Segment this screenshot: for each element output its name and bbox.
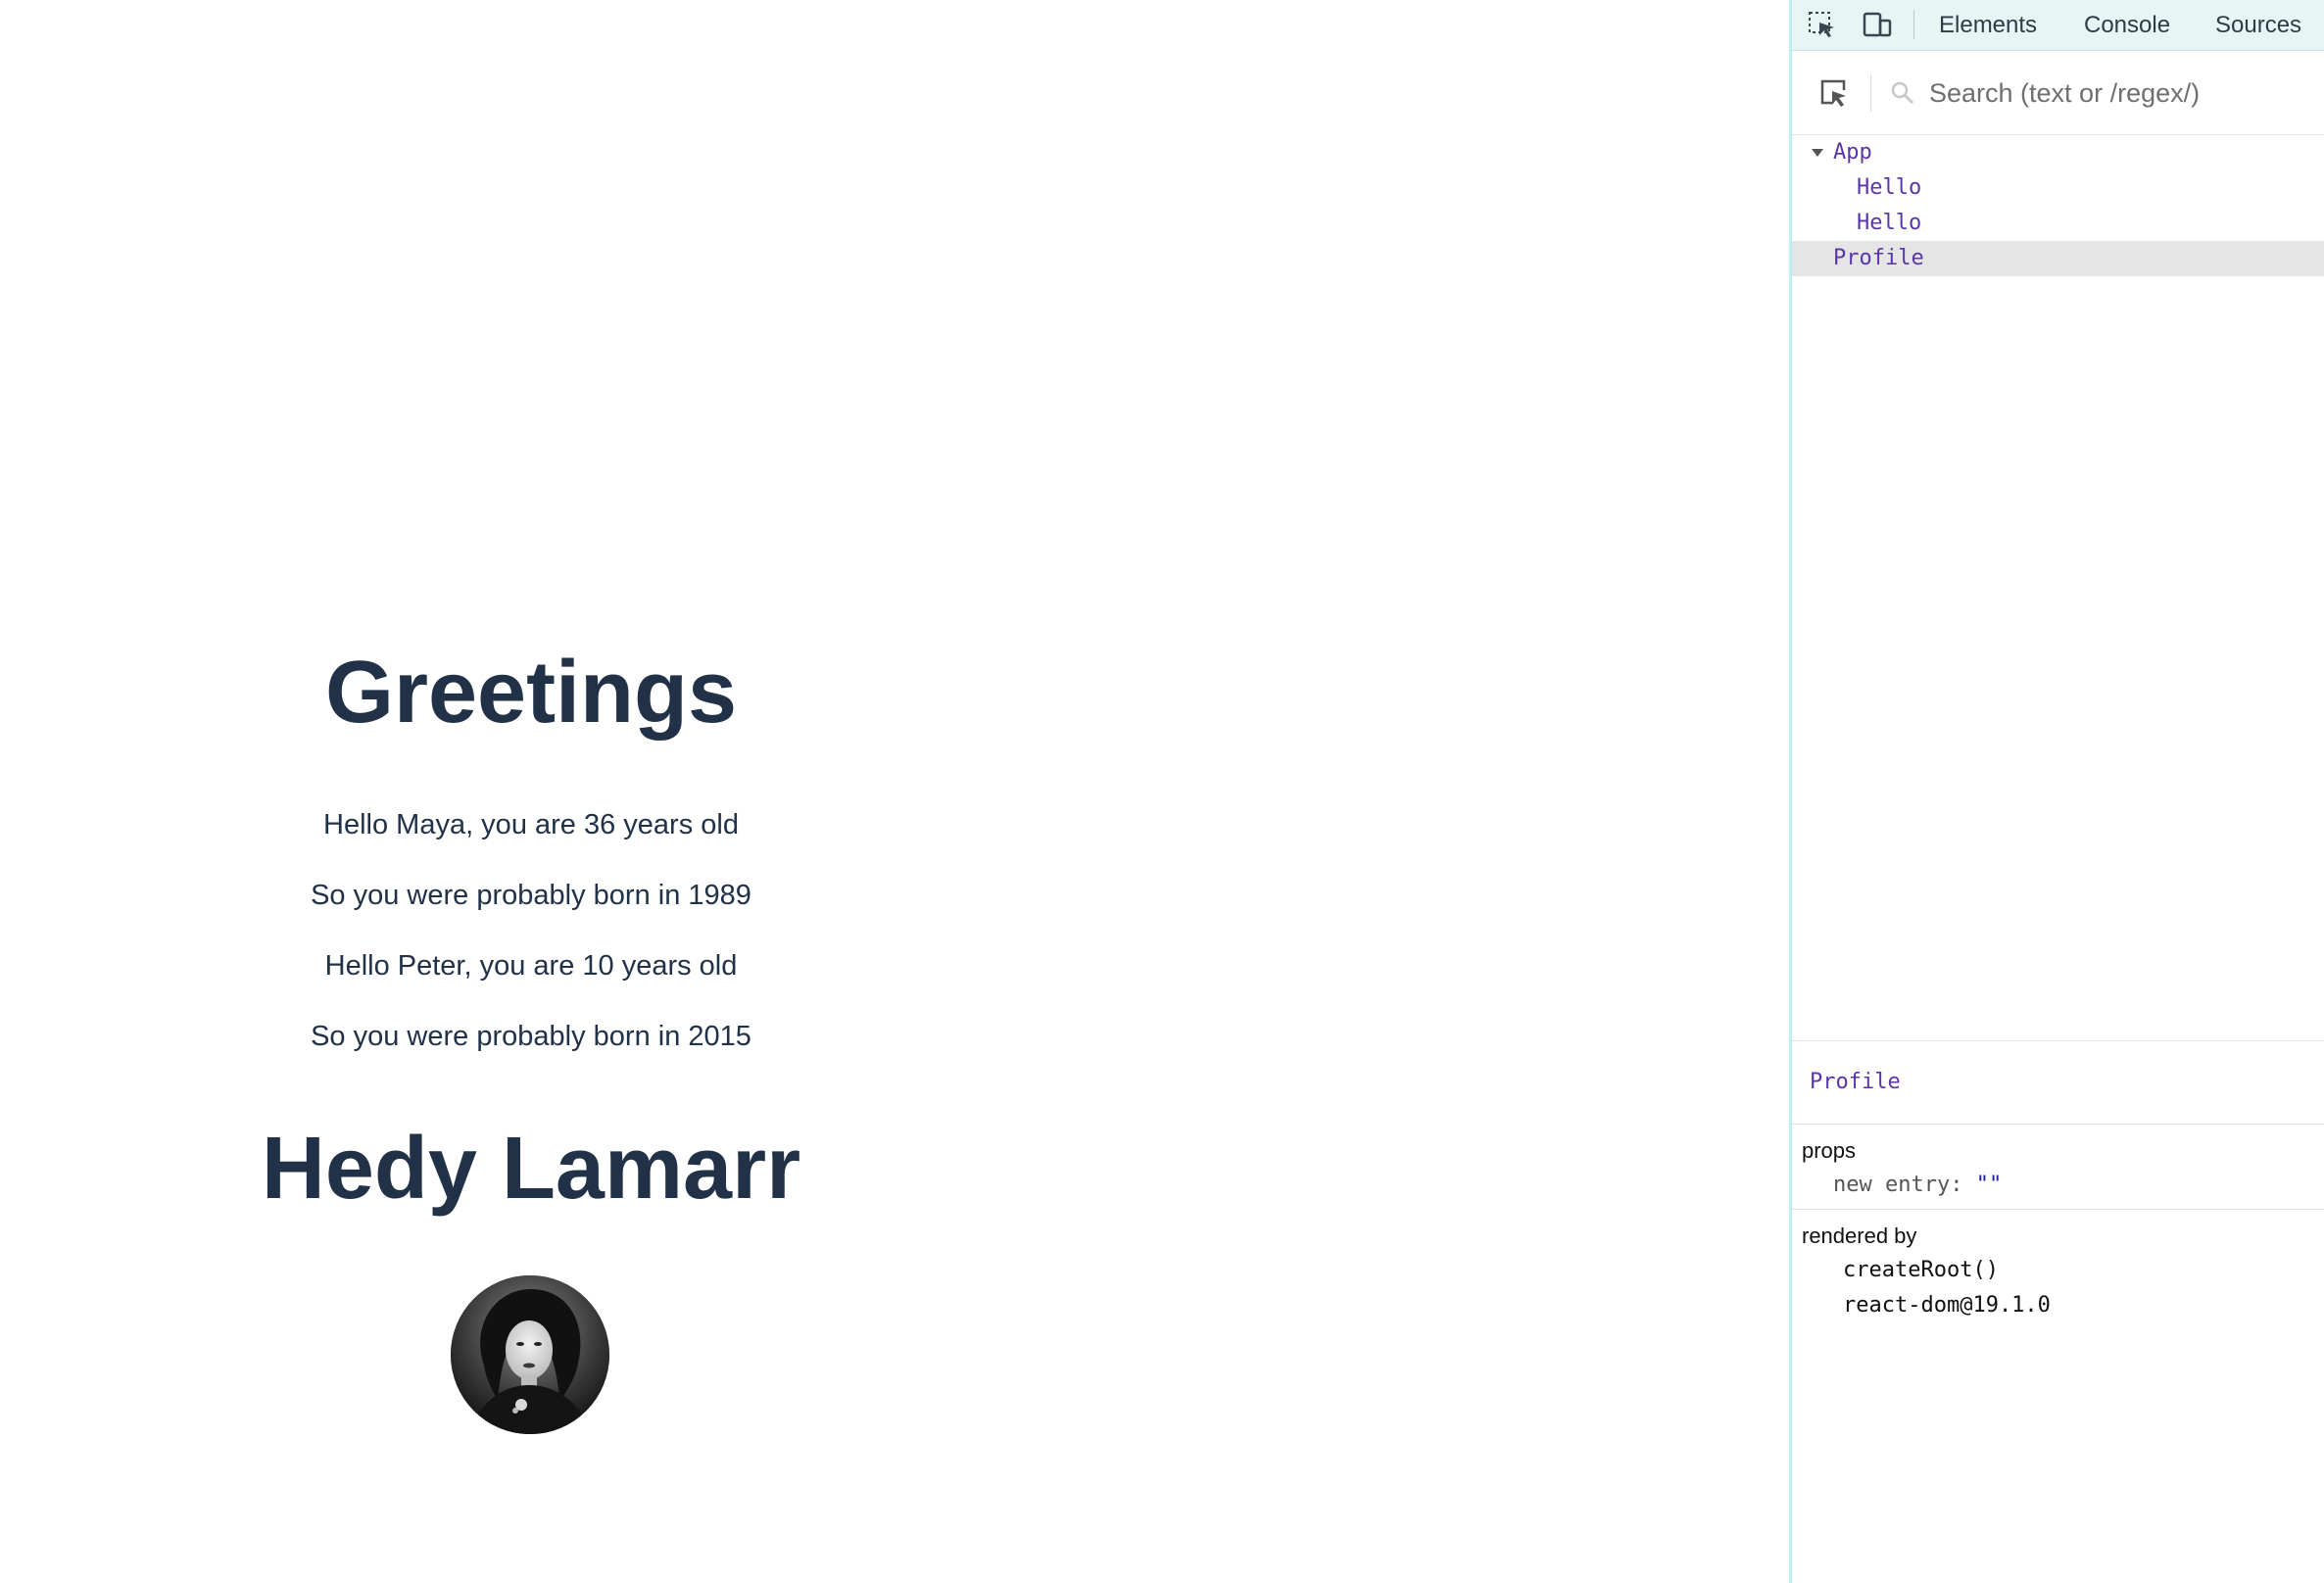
- prop-value[interactable]: "": [1976, 1173, 2003, 1197]
- inspected-component-name: Profile: [1792, 1041, 2324, 1125]
- greeting-line: So you were probably born in 1989: [311, 880, 751, 911]
- app-page: Greetings Hello Maya, you are 36 years o…: [0, 0, 1789, 1583]
- greeting-line: Hello Maya, you are 36 years old: [323, 809, 739, 840]
- tab-console[interactable]: Console: [2084, 0, 2170, 51]
- rendered-by-item: createRoot(): [1843, 1258, 1999, 1282]
- tree-label: Hello: [1857, 175, 1922, 200]
- component-search-row: [1792, 51, 2324, 135]
- prop-row[interactable]: new entry: "": [1802, 1168, 2324, 1203]
- search-separator: [1870, 74, 1871, 112]
- devtools-tabbar: Elements Console Sources: [1792, 0, 2324, 51]
- props-title: props: [1802, 1138, 1857, 1163]
- component-inspector: Profile props new entry: "" rendered by …: [1792, 1040, 2324, 1329]
- tabbar-separator: [1913, 10, 1914, 39]
- tree-row-hello[interactable]: Hello: [1792, 170, 2324, 206]
- search-icon: [1890, 80, 1915, 106]
- rendered-by-section: rendered by createRoot() react-dom@19.1.…: [1792, 1210, 2324, 1329]
- device-toolbar-icon[interactable]: [1861, 9, 1894, 42]
- tab-elements[interactable]: Elements: [1939, 0, 2037, 51]
- tab-sources[interactable]: Sources: [2215, 0, 2301, 51]
- component-search-input[interactable]: [1929, 72, 2311, 114]
- tree-label: Hello: [1857, 211, 1922, 235]
- greetings-heading: Greetings: [324, 644, 738, 742]
- select-component-icon[interactable]: [1816, 74, 1853, 112]
- tree-row-app[interactable]: App: [1792, 135, 2324, 170]
- profile-avatar: [451, 1275, 609, 1434]
- expand-caret-icon[interactable]: [1808, 135, 1827, 170]
- tree-row-hello[interactable]: Hello: [1792, 206, 2324, 241]
- greeting-line: So you were probably born in 2015: [311, 1021, 751, 1052]
- tree-label: App: [1833, 140, 1872, 165]
- rendered-by-title: rendered by: [1802, 1223, 1917, 1248]
- props-section: props new entry: "": [1792, 1125, 2324, 1210]
- screen: Greetings Hello Maya, you are 36 years o…: [0, 0, 2324, 1583]
- profile-name-heading: Hedy Lamarr: [261, 1120, 801, 1218]
- prop-colon: :: [1950, 1173, 1976, 1197]
- greeting-line: Hello Peter, you are 10 years old: [324, 950, 738, 982]
- inspect-element-icon[interactable]: [1806, 9, 1839, 42]
- prop-key: new entry: [1833, 1173, 1951, 1197]
- component-tree: App Hello Hello Profile: [1792, 135, 2324, 276]
- avatar-portrait-image: [451, 1275, 609, 1434]
- devtools-panel: Elements Console Sources Search (text or…: [1789, 0, 2324, 1583]
- rendered-by-item: react-dom@19.1.0: [1843, 1293, 2051, 1318]
- tree-row-profile[interactable]: Profile: [1792, 241, 2324, 276]
- tree-label: Profile: [1833, 246, 1924, 270]
